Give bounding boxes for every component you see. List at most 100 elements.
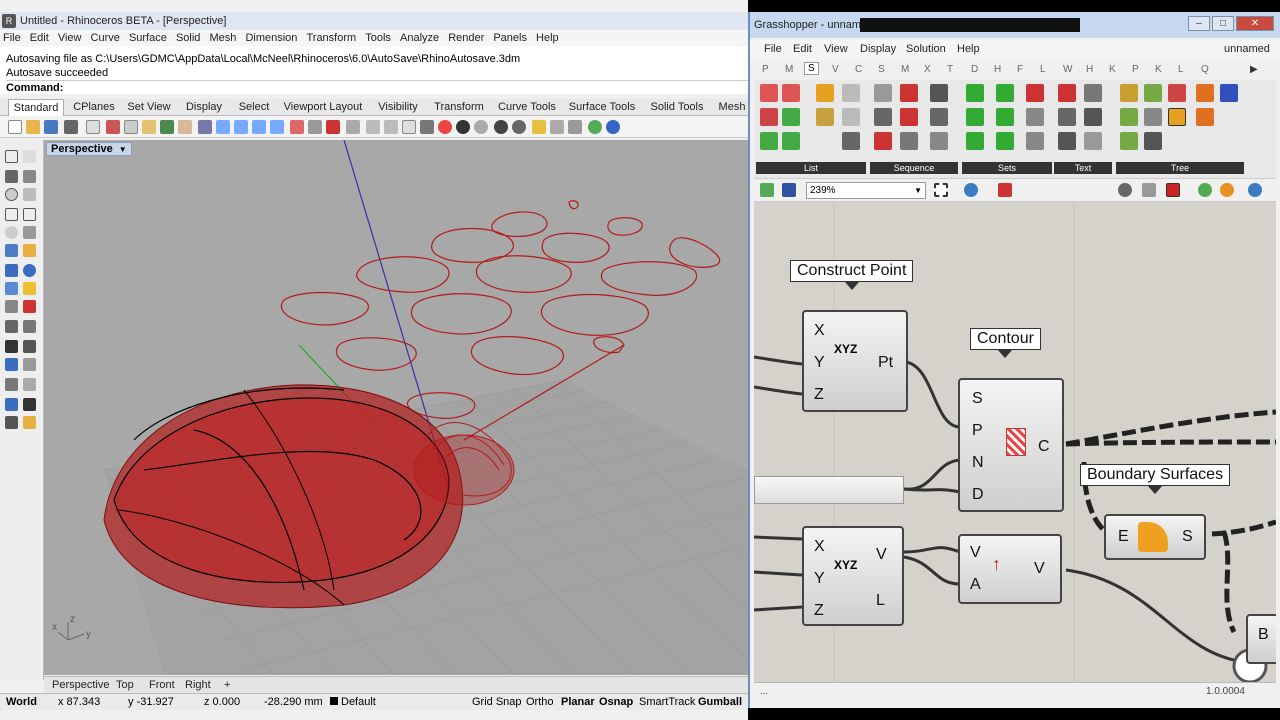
rotate-view-icon[interactable] <box>198 120 212 134</box>
zoom-extents-icon[interactable] <box>934 183 948 197</box>
shaded-sphere-icon[interactable] <box>494 120 508 134</box>
gh-menu-file[interactable]: File <box>764 43 782 55</box>
tree-branch-icon[interactable] <box>1144 108 1162 126</box>
weave-icon[interactable] <box>782 132 800 150</box>
cat-l[interactable]: L <box>1040 64 1046 75</box>
cat-k2[interactable]: K <box>1155 64 1162 75</box>
eye-icon[interactable] <box>964 183 978 197</box>
menu-file[interactable]: File <box>0 30 24 46</box>
tab-select[interactable]: Select <box>234 99 274 116</box>
box-icon[interactable] <box>5 264 18 277</box>
document-preview-icon[interactable] <box>1248 183 1262 197</box>
input-s[interactable]: S <box>972 390 983 408</box>
perspective-viewport[interactable]: z y x Perspective ▼ <box>44 140 748 675</box>
merge-icon[interactable] <box>1168 108 1186 126</box>
rectangle-icon[interactable] <box>23 208 36 221</box>
input-x[interactable]: X <box>814 322 825 340</box>
input-d[interactable]: D <box>972 486 984 504</box>
cat-mesh[interactable]: M <box>901 64 909 75</box>
tab-solid-tools[interactable]: Solid Tools <box>646 99 708 116</box>
cat-vector[interactable]: V <box>832 64 839 75</box>
delete-consecutive-icon[interactable] <box>1026 84 1044 102</box>
menu-surface[interactable]: Surface <box>126 30 170 46</box>
cull-icon[interactable] <box>842 108 860 126</box>
circle-icon[interactable] <box>5 188 18 201</box>
graft-tree-icon[interactable] <box>1168 84 1186 102</box>
set-difference-icon[interactable] <box>966 108 984 126</box>
options-icon[interactable] <box>550 120 564 134</box>
select-arrow-icon[interactable] <box>5 150 18 163</box>
tab-set-view[interactable]: Set View <box>124 99 174 116</box>
input-y[interactable]: Y <box>814 354 825 372</box>
input-n[interactable]: N <box>972 454 984 472</box>
menu-dimension[interactable]: Dimension <box>242 30 300 46</box>
minimize-button[interactable]: – <box>1188 16 1210 31</box>
material-icon[interactable] <box>456 120 470 134</box>
gh-menu-edit[interactable]: Edit <box>793 43 812 55</box>
polygon-icon[interactable] <box>5 208 18 221</box>
set-majority-icon[interactable] <box>996 84 1014 102</box>
viewtab-top[interactable]: Top <box>116 679 134 691</box>
vector-xyz-component[interactable]: X Y Z XYZ V L <box>802 526 904 626</box>
sketch-icon[interactable] <box>998 183 1012 197</box>
prune-tree-icon[interactable] <box>1120 108 1138 126</box>
random-icon[interactable] <box>930 84 948 102</box>
input-z[interactable]: Z <box>814 602 824 620</box>
input-p[interactable]: P <box>972 422 983 440</box>
concatenate-icon[interactable] <box>1084 84 1102 102</box>
menu-view[interactable]: View <box>55 30 85 46</box>
series-icon[interactable] <box>874 84 892 102</box>
save-icon[interactable] <box>782 183 796 197</box>
material-sphere-icon[interactable] <box>1220 183 1234 197</box>
cat-q[interactable]: Q <box>1201 64 1209 75</box>
shift-list-icon[interactable] <box>816 84 834 102</box>
cull-pattern-icon[interactable] <box>900 108 918 126</box>
viewtab-perspective[interactable]: Perspective <box>52 679 109 691</box>
point-icon[interactable] <box>23 150 36 163</box>
print-icon[interactable] <box>64 120 78 134</box>
number-slider[interactable] <box>754 476 904 504</box>
analyze-icon[interactable] <box>5 398 18 411</box>
cat-w[interactable]: W <box>1063 64 1072 75</box>
output-v[interactable]: V <box>1034 560 1045 578</box>
arc-icon[interactable] <box>23 188 36 201</box>
light-icon[interactable] <box>402 120 416 134</box>
undo-icon[interactable] <box>160 120 174 134</box>
save-icon[interactable] <box>44 120 58 134</box>
stream-filter-icon[interactable] <box>1144 132 1162 150</box>
tab-surface-tools[interactable]: Surface Tools <box>566 99 638 116</box>
text-join-icon[interactable] <box>1058 84 1076 102</box>
insert-items-icon[interactable] <box>760 108 778 126</box>
loft-icon[interactable] <box>23 244 36 257</box>
menu-edit[interactable]: Edit <box>27 30 52 46</box>
menu-curve[interactable]: Curve <box>88 30 123 46</box>
cat-h[interactable]: H <box>994 64 1001 75</box>
tab-transform[interactable]: Transform <box>432 99 486 116</box>
menu-mesh[interactable]: Mesh <box>206 30 239 46</box>
input-e[interactable]: E <box>1118 528 1129 546</box>
input-x[interactable]: X <box>814 538 825 556</box>
output-s[interactable]: S <box>1182 528 1193 546</box>
cat-sets[interactable]: S <box>804 62 819 75</box>
set-intersection-icon[interactable] <box>966 132 984 150</box>
fillet-icon[interactable] <box>5 320 18 333</box>
lights-icon[interactable] <box>23 416 36 429</box>
tree-statistics-icon[interactable] <box>1120 132 1138 150</box>
input-z[interactable]: Z <box>814 386 824 404</box>
move-icon[interactable] <box>5 340 18 353</box>
cplane-icon[interactable] <box>346 120 360 134</box>
cat-f[interactable]: F <box>1017 64 1023 75</box>
cat-display[interactable]: D <box>971 64 978 75</box>
output-v[interactable]: V <box>876 546 887 564</box>
range-icon[interactable] <box>874 108 892 126</box>
layer-icon[interactable] <box>438 120 452 134</box>
sort-list-icon[interactable] <box>842 84 860 102</box>
tab-curve-tools[interactable]: Curve Tools <box>496 99 558 116</box>
menu-render[interactable]: Render <box>445 30 487 46</box>
split-icon[interactable] <box>5 300 18 313</box>
check-icon[interactable] <box>23 398 36 411</box>
paste-icon[interactable] <box>142 120 156 134</box>
offset-icon[interactable] <box>23 320 36 333</box>
car-icon[interactable] <box>326 120 340 134</box>
cat-p[interactable]: P <box>1132 64 1139 75</box>
